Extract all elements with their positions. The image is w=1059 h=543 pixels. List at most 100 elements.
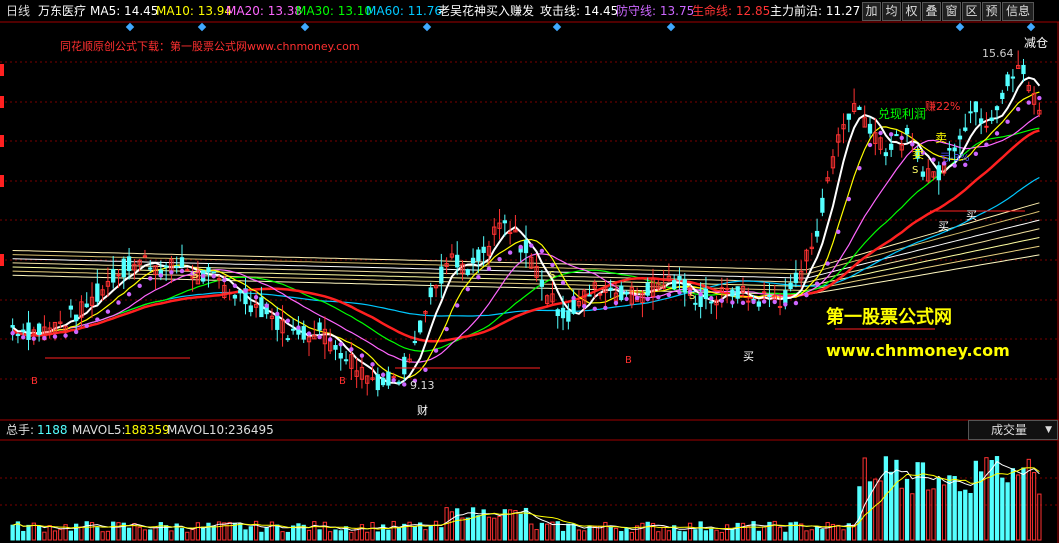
low-price-label: 9.13 [410, 379, 435, 392]
defense-dot [338, 342, 343, 347]
b-mark-1: B [31, 376, 38, 387]
candle-body [116, 274, 121, 277]
volume-bar [105, 530, 111, 541]
candle-body [523, 240, 529, 254]
volume-bar [428, 525, 433, 541]
s-mark-1: S [192, 270, 198, 281]
defense-dot [433, 348, 439, 353]
volume-bar [836, 524, 841, 541]
gain-label: 赚22% [925, 99, 960, 113]
candle-body [26, 322, 31, 340]
defense-dot [529, 243, 534, 248]
volume-bar [957, 491, 963, 541]
volume-bar [1010, 468, 1016, 541]
candle-body [672, 280, 677, 289]
defense-dot [179, 268, 185, 274]
s-mark-4: S [912, 165, 918, 176]
volume-bar [26, 524, 31, 541]
defense-dot [200, 273, 206, 279]
volume-bar [941, 484, 947, 541]
volume-bar [365, 531, 370, 541]
volume-bar [68, 530, 74, 541]
volume-bar [984, 457, 989, 541]
defense-dot [656, 294, 661, 300]
candle-body [301, 326, 306, 340]
candle-body [74, 314, 79, 322]
volume-bar [534, 529, 539, 541]
volume-bar [126, 527, 132, 541]
defense-dot [751, 299, 756, 305]
volume-bar [746, 525, 751, 541]
sell-all-label: 减仓 [1024, 36, 1048, 50]
candle-body [259, 297, 264, 318]
candle-body [608, 287, 613, 291]
volume-bar [497, 515, 502, 541]
defense-dot [42, 335, 47, 341]
defense-dot [105, 309, 111, 314]
defense-dot [1026, 100, 1031, 105]
candle-body [1000, 92, 1005, 100]
top-marker-diamond [1026, 22, 1036, 32]
top-marker-diamond [300, 22, 310, 32]
candle-body [730, 289, 735, 297]
top-marker-diamond [125, 22, 135, 32]
defense-dot [857, 165, 862, 171]
volume-bar [1037, 493, 1042, 541]
volume-bar [656, 531, 661, 541]
defense-dot [624, 296, 629, 302]
volume-bar [603, 521, 608, 541]
volume-bar [275, 524, 280, 541]
volume-bar [899, 487, 904, 541]
defense-dot [486, 266, 492, 272]
defense-dot [645, 296, 650, 302]
defense-dot [582, 304, 587, 309]
volume-bar [1031, 472, 1037, 541]
candle-body [624, 291, 629, 295]
volume-bar [322, 521, 328, 541]
volume-indicator-select[interactable]: 成交量 ▼ [968, 420, 1058, 440]
defense-dot [232, 283, 238, 288]
volume-bar [814, 526, 820, 541]
volume-bar [338, 530, 343, 541]
volume-bar [709, 528, 714, 541]
candle-body [248, 305, 253, 313]
defense-dot [1015, 106, 1021, 112]
volume-bar [989, 460, 994, 541]
defense-dot [116, 300, 121, 305]
volume-bar [137, 526, 142, 541]
volume-bar [576, 529, 582, 541]
candle-body [21, 329, 26, 332]
b-mark-3: B [625, 355, 632, 366]
volume-bar [735, 522, 740, 541]
volume-bar [560, 530, 566, 541]
volume-bar [714, 529, 719, 541]
volume-bar [190, 529, 195, 541]
volume-bar [624, 527, 629, 541]
defense-dot [211, 274, 216, 279]
axis-marker [0, 254, 4, 266]
defense-dot [740, 300, 746, 306]
defense-dot [95, 317, 100, 322]
defense-dot [359, 353, 365, 358]
candle-body [560, 307, 566, 319]
volume-bar [476, 515, 481, 541]
defense-dot [84, 323, 89, 329]
volume-bar [227, 521, 232, 541]
axis-marker [0, 135, 4, 147]
volume-bar [148, 529, 153, 541]
candle-body [973, 101, 978, 113]
defense-dot [677, 290, 682, 295]
candle-body [232, 294, 238, 299]
volume-bar [195, 522, 201, 541]
candle-body [788, 282, 793, 290]
candle-body [709, 301, 714, 304]
defense-dot [560, 280, 566, 285]
volume-bar [915, 462, 920, 541]
price-chart[interactable]: 同花顺原创公式下载：第一股票公式网www.chnmoney.com 第一股票公式… [0, 0, 1059, 543]
volume-bar [539, 522, 545, 541]
candle-body [502, 220, 507, 224]
candle-body [682, 279, 687, 293]
volume-bar [783, 531, 788, 541]
high-price-label: 15.64 [982, 47, 1014, 60]
volume-bar [762, 526, 767, 541]
